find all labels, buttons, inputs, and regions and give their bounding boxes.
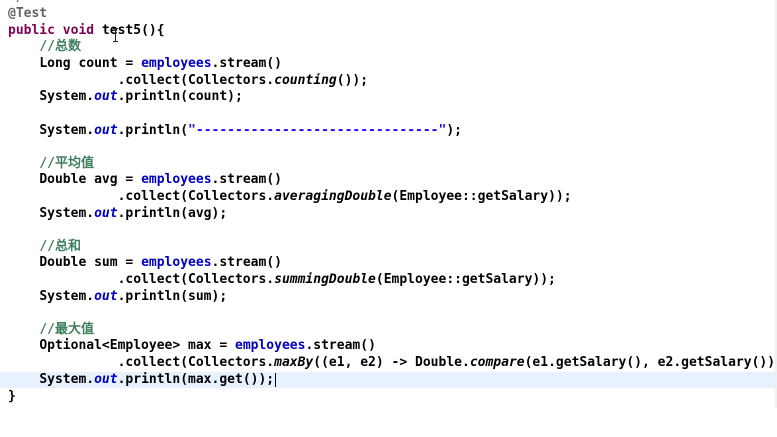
code-line-print-count[interactable]: System.out.println(count);: [0, 89, 777, 105]
annotation-test: @Test: [8, 6, 48, 21]
code-line-print-max-current[interactable]: System.out.println(max.get());: [0, 372, 777, 388]
code-line-collect-averaging[interactable]: .collect(Collectors.averagingDouble(Empl…: [0, 189, 777, 205]
comment-sum: //总和: [39, 239, 81, 254]
keyword-void: void: [62, 23, 95, 38]
println-call: .println(count);: [117, 89, 243, 104]
method-ref-get-salary: (Employee::getSalary));: [375, 272, 556, 287]
keyword-public: public: [8, 23, 55, 38]
code-line-print-separator[interactable]: System.out.println("--------------------…: [0, 123, 777, 139]
comment-average: //平均值: [39, 156, 94, 171]
code-line-annotation[interactable]: @Test: [0, 6, 777, 22]
system-ref: System.: [39, 206, 95, 221]
static-method-summing-double: summingDouble: [274, 272, 376, 287]
stream-call: .stream(): [211, 172, 282, 187]
lambda-expression: ((e1, e2) -> Double.: [313, 355, 470, 370]
var-sum: sum: [94, 255, 118, 270]
collect-call: .collect(Collectors.: [117, 272, 275, 287]
system-ref: System.: [39, 123, 95, 138]
code-line-count-decl[interactable]: Long count = employees.stream(): [0, 56, 777, 72]
static-field-out: out: [94, 289, 118, 304]
code-line-collect-counting[interactable]: .collect(Collectors.counting());: [0, 73, 777, 89]
method-name: test5(){: [94, 23, 165, 38]
comment-max: //最大值: [39, 322, 94, 337]
println-open: .println(: [117, 123, 189, 138]
code-line-print-sum[interactable]: System.out.println(sum);: [0, 289, 777, 305]
call-close: ());: [336, 73, 369, 88]
method-ref-get-salary: (Employee::getSalary));: [391, 189, 572, 204]
collect-call: .collect(Collectors.: [117, 189, 275, 204]
code-line-sum-decl[interactable]: Double sum = employees.stream(): [0, 255, 777, 271]
field-employees: employees: [141, 56, 212, 71]
system-ref: System.: [39, 289, 95, 304]
collect-call: .collect(Collectors.: [117, 73, 275, 88]
type-optional-employee: Optional<Employee>: [39, 338, 189, 353]
type-long: Long: [39, 56, 79, 71]
var-max: max: [188, 338, 212, 353]
code-line-comment-max[interactable]: //最大值: [0, 322, 777, 338]
static-method-max-by: maxBy: [274, 355, 314, 370]
compare-args: (e1.getSalary(), e2.getSalary())));: [524, 355, 777, 370]
static-method-compare: compare: [469, 355, 525, 370]
collect-call: .collect(Collectors.: [117, 355, 275, 370]
code-line-comment-sum[interactable]: //总和: [0, 239, 777, 255]
code-line-comment-avg[interactable]: //平均值: [0, 156, 777, 172]
field-employees: employees: [141, 255, 212, 270]
code-line-method-close[interactable]: }: [0, 389, 777, 405]
static-method-counting: counting: [274, 73, 337, 88]
assign-op: =: [117, 255, 142, 270]
comment-count: //总数: [39, 39, 81, 54]
assign-op: =: [117, 56, 142, 71]
code-line-collect-summing[interactable]: .collect(Collectors.summingDouble(Employ…: [0, 272, 777, 288]
println-call: .println(sum);: [117, 289, 228, 304]
println-call: .println(avg);: [117, 206, 228, 221]
type-double: Double: [39, 255, 95, 270]
var-count: count: [78, 56, 118, 71]
call-close: );: [446, 123, 462, 138]
static-field-out: out: [94, 123, 118, 138]
assign-op: =: [117, 172, 142, 187]
string-literal: "-------------------------------": [188, 123, 447, 138]
code-line-max-decl[interactable]: Optional<Employee> max = employees.strea…: [0, 338, 777, 354]
static-method-averaging-double: averagingDouble: [274, 189, 392, 204]
var-avg: avg: [94, 172, 118, 187]
println-call: .println(max.get());: [117, 372, 275, 387]
closing-brace: }: [8, 389, 16, 404]
stream-call: .stream(): [211, 56, 282, 71]
code-editor[interactable]: */ @Test public void test5(){ //总数 Long …: [0, 0, 777, 408]
ibeam-cursor-icon: [112, 28, 120, 42]
stream-call: .stream(): [305, 338, 376, 353]
stream-call: .stream(): [211, 255, 282, 270]
field-employees: employees: [235, 338, 306, 353]
field-employees: employees: [141, 172, 212, 187]
type-double: Double: [39, 172, 95, 187]
text-caret: [275, 372, 277, 387]
system-ref: System.: [39, 372, 95, 387]
comment-end-partial: */: [8, 0, 24, 5]
system-ref: System.: [39, 89, 95, 104]
static-field-out: out: [94, 372, 118, 387]
code-line-avg-decl[interactable]: Double avg = employees.stream(): [0, 172, 777, 188]
code-line-collect-maxby[interactable]: .collect(Collectors.maxBy((e1, e2) -> Do…: [0, 355, 777, 371]
static-field-out: out: [94, 206, 118, 221]
code-line-print-avg[interactable]: System.out.println(avg);: [0, 206, 777, 222]
assign-op: =: [211, 338, 235, 353]
static-field-out: out: [94, 89, 118, 104]
